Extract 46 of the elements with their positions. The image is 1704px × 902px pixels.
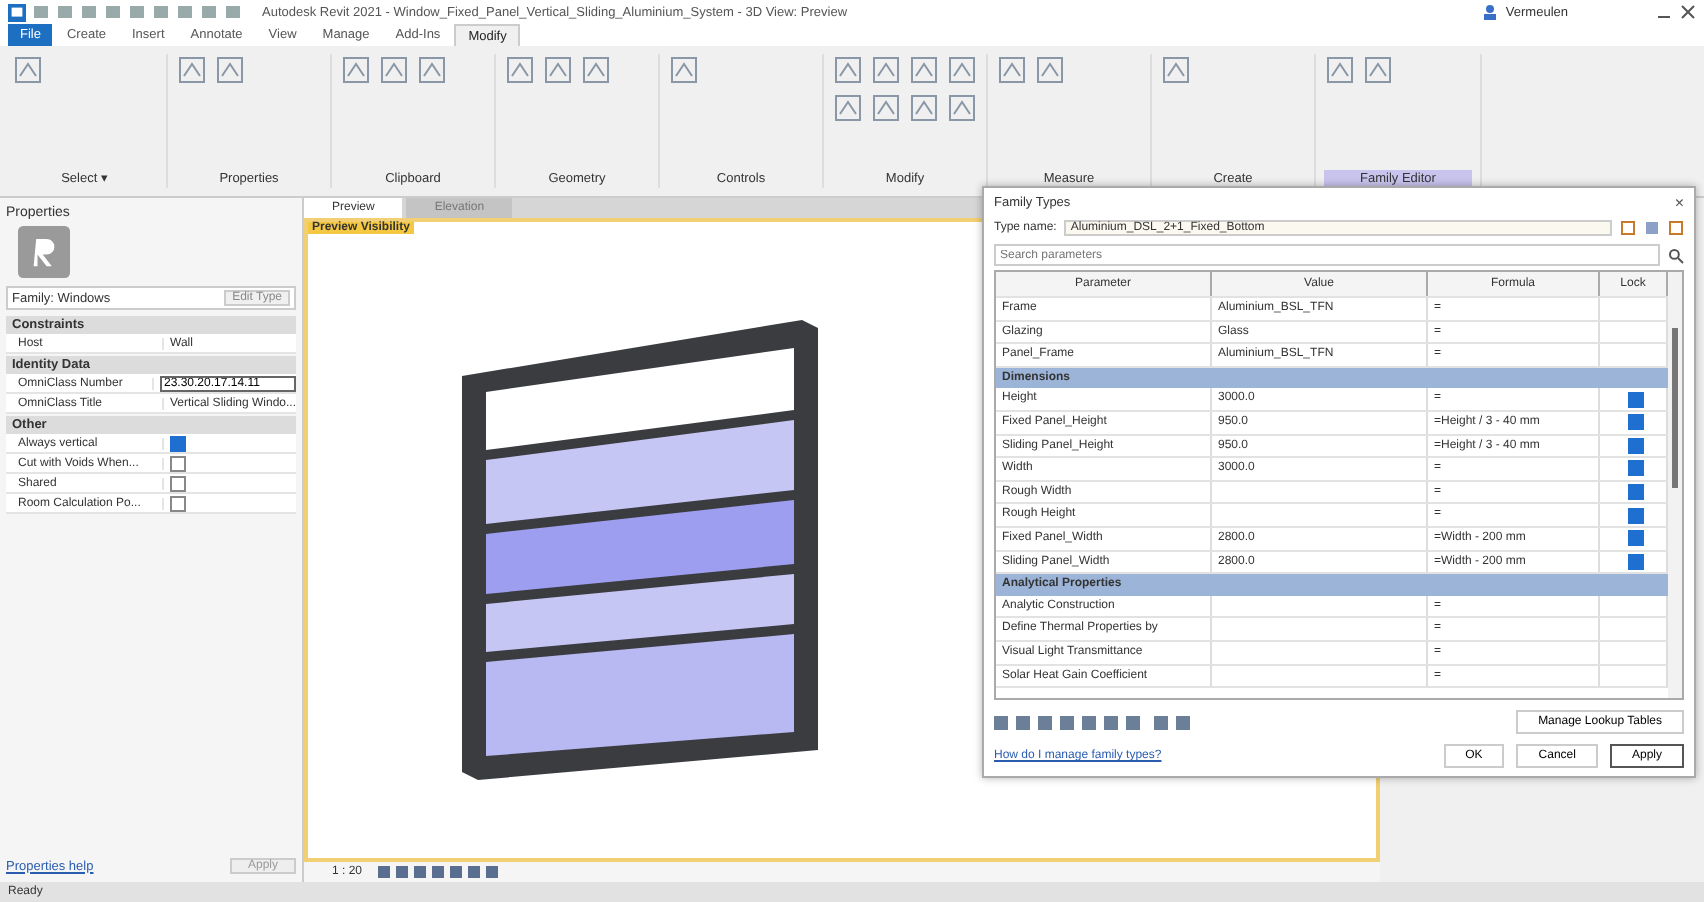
- tool-icon[interactable]: [378, 54, 410, 86]
- tool-icon[interactable]: [996, 54, 1028, 86]
- tool-icon[interactable]: [832, 54, 864, 86]
- search-icon[interactable]: [1668, 247, 1684, 263]
- tool-icon[interactable]: [870, 92, 902, 124]
- tool-icon[interactable]: [832, 92, 864, 124]
- checkbox[interactable]: [170, 495, 186, 511]
- tool-icon[interactable]: [580, 54, 612, 86]
- tool-icon[interactable]: [416, 54, 448, 86]
- lock-checkbox[interactable]: [1628, 414, 1644, 431]
- tool-icon[interactable]: [542, 54, 574, 86]
- tool-icon[interactable]: [1324, 54, 1357, 86]
- family-icon: [18, 226, 70, 278]
- tool-icon[interactable]: [946, 92, 978, 124]
- tool-icon[interactable]: [340, 54, 372, 86]
- lock-checkbox[interactable]: [1628, 437, 1644, 454]
- checkbox[interactable]: [170, 475, 186, 491]
- lock-checkbox[interactable]: [1628, 530, 1644, 547]
- checkbox[interactable]: [170, 435, 186, 451]
- delete-type-icon[interactable]: [1668, 220, 1684, 236]
- app-logo-icon[interactable]: [8, 3, 26, 21]
- user-icon: [1481, 4, 1498, 20]
- lock-checkbox[interactable]: [1628, 391, 1644, 408]
- lock-checkbox[interactable]: [1628, 553, 1644, 570]
- close-button[interactable]: ×: [1674, 193, 1684, 211]
- lock-checkbox[interactable]: [1628, 484, 1644, 501]
- checkbox[interactable]: [170, 455, 186, 471]
- tool-icon[interactable]: [870, 54, 902, 86]
- tool-icon[interactable]: [1160, 54, 1192, 86]
- tool-icon[interactable]: [12, 54, 44, 86]
- rename-type-icon[interactable]: [1644, 220, 1660, 236]
- close-icon[interactable]: [1680, 4, 1696, 20]
- scrollbar-thumb[interactable]: [1672, 328, 1678, 488]
- tool-icon[interactable]: [1034, 54, 1066, 86]
- lock-checkbox[interactable]: [1628, 507, 1644, 524]
- tool-icon[interactable]: [908, 54, 940, 86]
- tool-icon[interactable]: [176, 54, 208, 86]
- new-type-icon[interactable]: [1620, 220, 1636, 236]
- tool-icon[interactable]: [908, 92, 940, 124]
- tool-icon[interactable]: [214, 54, 246, 86]
- tool-icon[interactable]: [1362, 54, 1395, 86]
- tool-icon[interactable]: [946, 54, 978, 86]
- tool-icon[interactable]: [504, 54, 536, 86]
- tool-icon[interactable]: [668, 54, 700, 86]
- parameter-tools-icon[interactable]: [994, 712, 1194, 732]
- lock-checkbox[interactable]: [1628, 460, 1644, 477]
